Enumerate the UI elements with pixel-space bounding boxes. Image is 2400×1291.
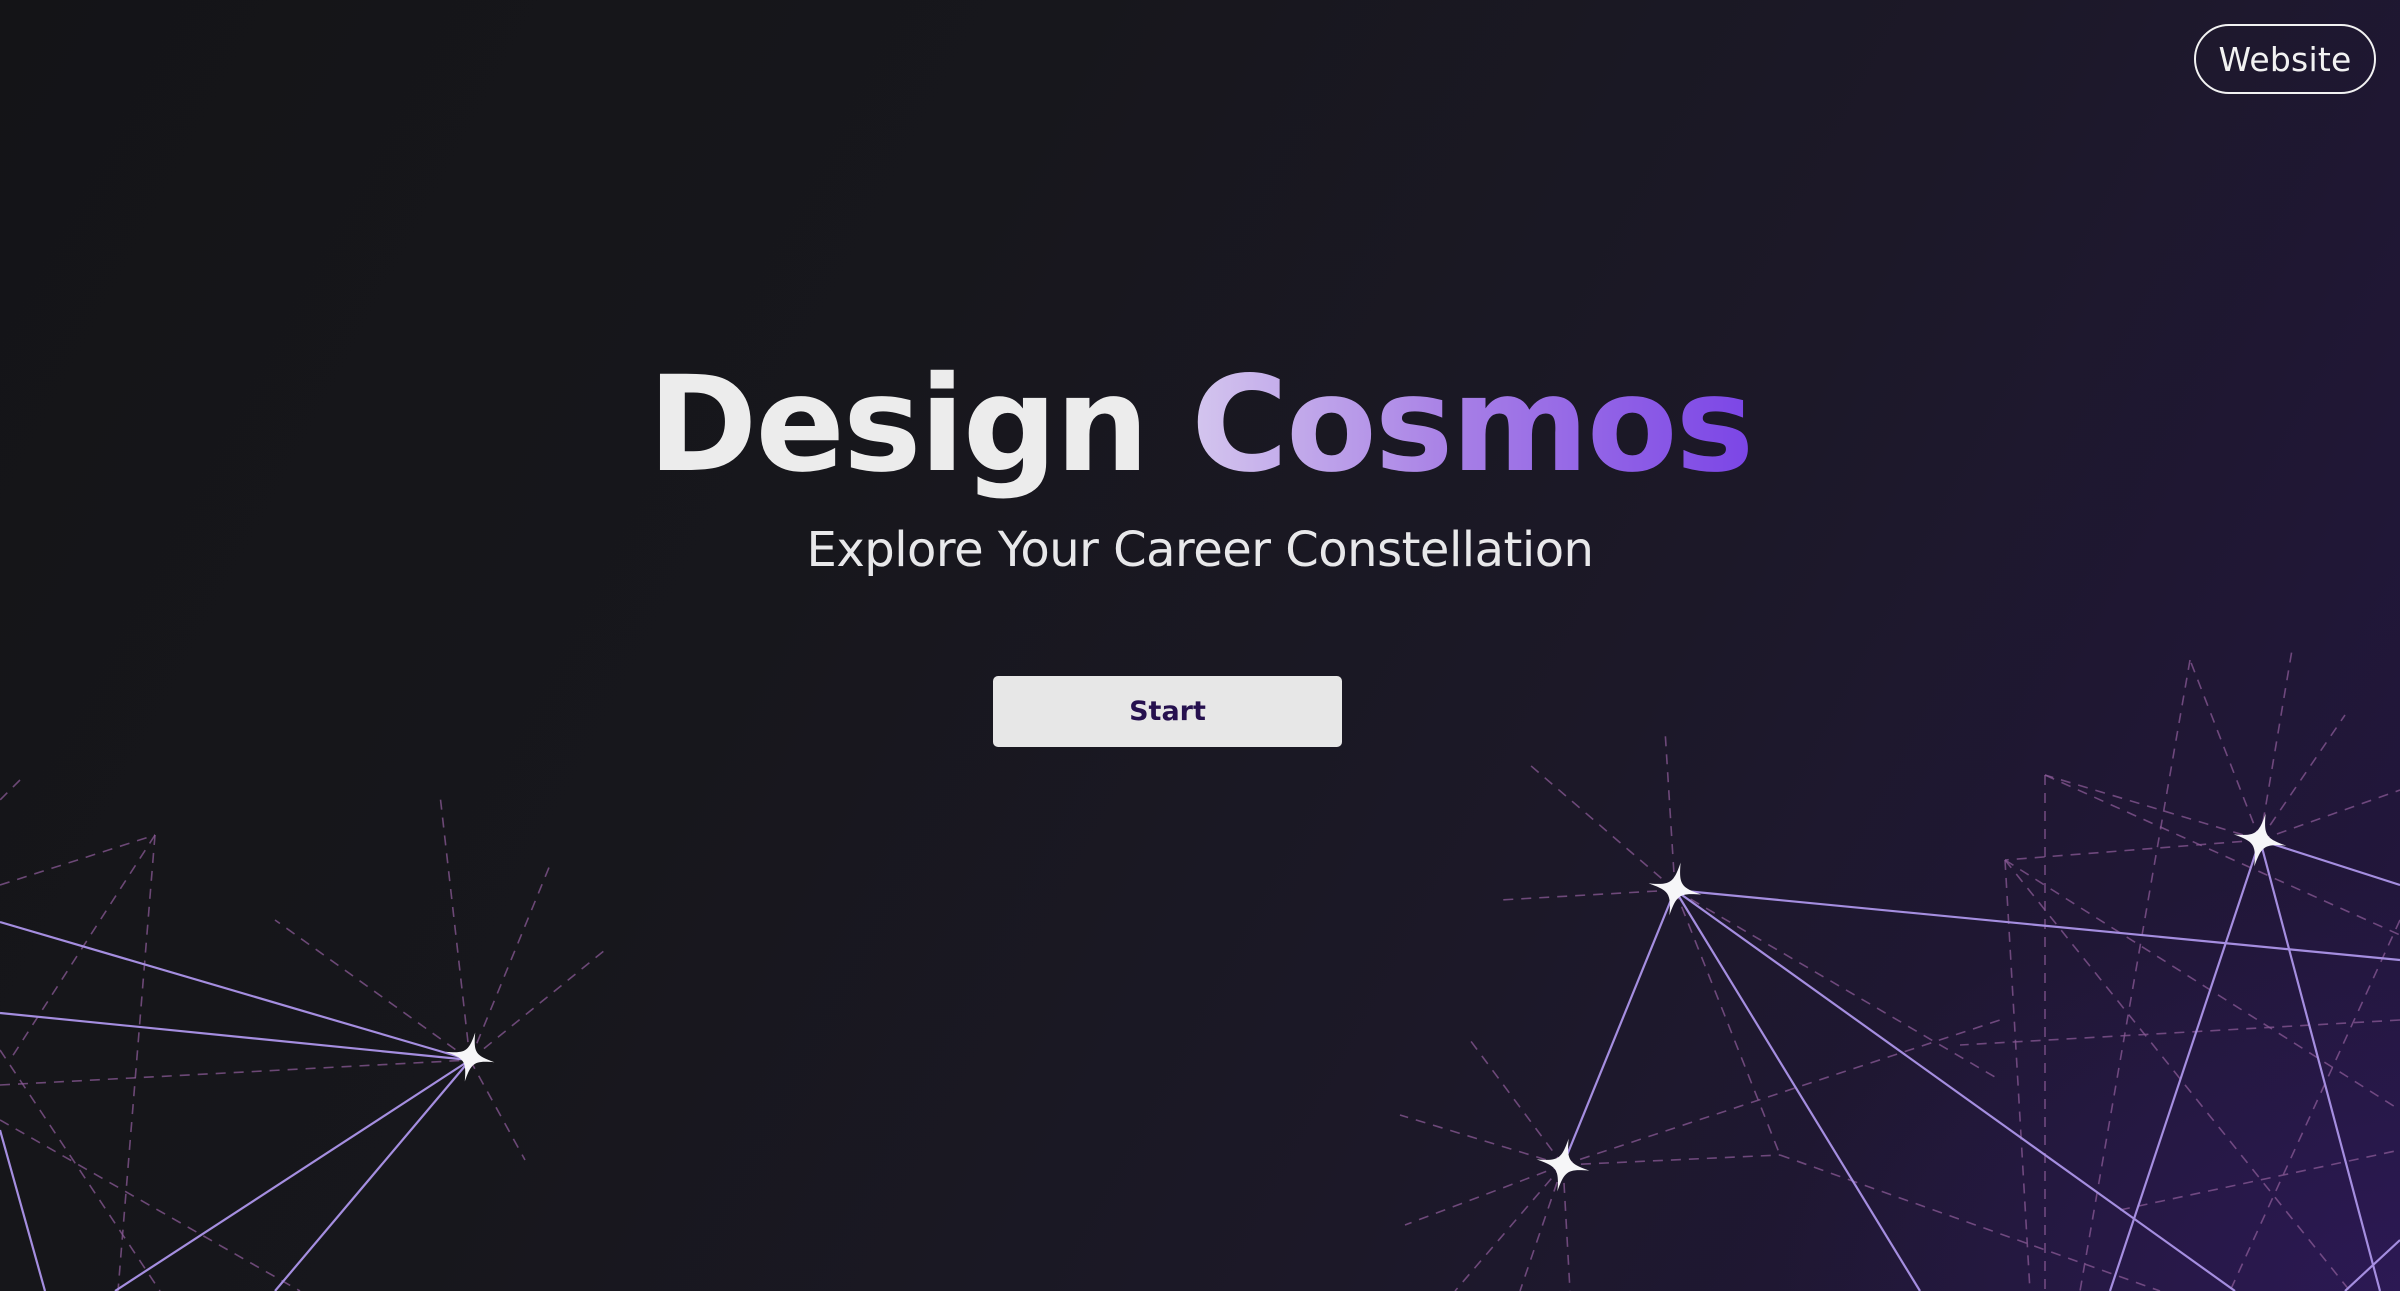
landing-page: Website Design Cosmos Explore Your Caree… <box>0 0 2400 1291</box>
constellation-stars <box>440 807 2293 1198</box>
page-subtitle: Explore Your Career Constellation <box>806 522 1594 578</box>
constellation-graphic <box>0 649 2400 1291</box>
title-word-design: Design <box>647 348 1149 502</box>
title-word-cosmos: Cosmos <box>1191 348 1754 502</box>
star-icon <box>2227 807 2293 873</box>
star-icon <box>1642 856 1708 922</box>
start-button[interactable]: Start <box>993 676 1342 747</box>
hero-section: Design Cosmos Explore Your Career Conste… <box>0 350 2400 580</box>
star-icon <box>1530 1132 1596 1198</box>
website-button[interactable]: Website <box>2194 24 2376 94</box>
page-title: Design Cosmos <box>0 350 2400 500</box>
